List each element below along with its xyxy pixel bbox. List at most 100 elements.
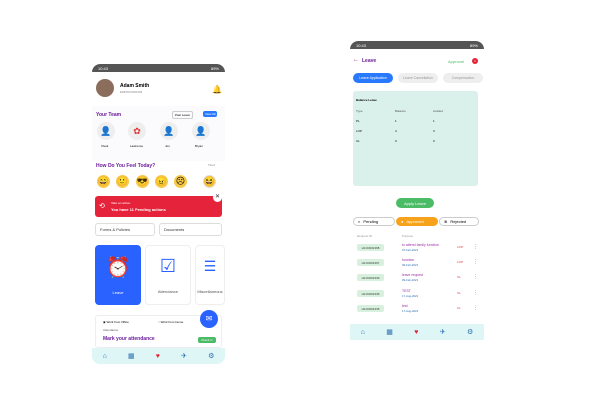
approved-icon: ●	[401, 219, 404, 224]
gear-icon[interactable]: ⚙	[208, 352, 214, 360]
leave-type: CL	[457, 291, 461, 295]
calendar-icon[interactable]: ▦	[128, 352, 135, 360]
availed-value: 1	[433, 119, 435, 123]
megaphone-icon[interactable]: ✈	[181, 352, 187, 360]
tab-leave-application[interactable]: Leave Application	[353, 73, 393, 83]
status-time: 10:43	[98, 65, 109, 71]
status-time: 10:43	[356, 42, 367, 48]
alert-line1: Take an action	[111, 201, 131, 205]
rejected-icon: ⊗	[444, 219, 448, 224]
work-home-radio[interactable]: ○ Work from Home	[158, 320, 183, 324]
table-row[interactable]: LR-ID001335 test 17-Aug-2022 CL ⋮	[355, 304, 480, 314]
segment-approved[interactable]: ● Approved	[396, 217, 438, 226]
more-icon[interactable]: ⋮	[473, 305, 478, 311]
table-row[interactable]: LR-ID001336 TEST 17-Aug-2022 CL ⋮	[355, 289, 480, 299]
avatar[interactable]	[96, 79, 114, 97]
work-office-radio[interactable]: ◉ Work from Office	[103, 320, 129, 324]
forms-label: Forms & Policies	[100, 227, 131, 232]
table-row[interactable]: LR-ID001339 leave request 09-Feb-2023 CL ⋮	[355, 273, 480, 283]
approval-link[interactable]: Approval	[448, 59, 464, 64]
status-bar: 10:43 89%	[350, 41, 484, 49]
team-member[interactable]: 👤	[160, 122, 178, 140]
tab-compensation[interactable]: Compensation	[443, 73, 483, 83]
request-date: 17-Aug-2022	[402, 294, 419, 298]
request-purpose: leave request	[402, 273, 424, 277]
megaphone-icon[interactable]: ✈	[440, 328, 446, 336]
emoji-angry-icon[interactable]: 😠	[155, 175, 168, 188]
balance-type: LOP	[356, 129, 363, 133]
col-availed: Availed	[433, 109, 443, 113]
user-id: EMP/ROW/0403	[120, 90, 143, 94]
balance-title: Balance Leave	[356, 98, 377, 102]
request-date: 09-Feb-2023	[402, 278, 419, 282]
heart-icon[interactable]: ♥	[156, 353, 160, 360]
past-leave-button[interactable]: Past Leave	[172, 111, 194, 119]
misc-tile[interactable]: ☰ Miscellaneous	[195, 245, 225, 305]
user-name: Adam Smith	[120, 83, 150, 89]
emoji-smile-icon[interactable]: 🙂	[116, 175, 129, 188]
approved-label: Approved	[406, 219, 424, 224]
work-home-label: Work from Home	[160, 320, 184, 324]
chat-icon[interactable]: ✉	[200, 310, 218, 328]
segment-rejected[interactable]: ⊗ Rejected	[439, 217, 479, 226]
documents-dropdown[interactable]: Documents	[159, 223, 222, 236]
emoji-grin-icon[interactable]: 😆	[203, 175, 216, 188]
member-name: Lawrence	[130, 144, 144, 148]
approval-badge: 1	[472, 58, 478, 64]
page-title: Leave	[362, 58, 377, 64]
view-all-button[interactable]: View All	[203, 111, 218, 117]
leave-tile[interactable]: ⏰ Leave	[95, 245, 141, 305]
home-icon[interactable]: ⌂	[103, 353, 107, 360]
team-title: Your Team	[96, 112, 122, 118]
pending-actions-banner[interactable]: ⟲ Take an action You have 11 Pending act…	[95, 193, 222, 217]
balance-type: CL	[356, 139, 360, 143]
team-member[interactable]: 👤	[97, 122, 115, 140]
checkbox-icon: ☑	[159, 256, 177, 276]
bell-icon[interactable]: 🔔	[212, 85, 222, 94]
calendar-icon[interactable]: ▦	[386, 328, 393, 336]
feel-title: How Do You Feel Today?	[96, 163, 156, 169]
request-date: 09-Feb-2023	[402, 263, 419, 267]
team-member[interactable]: ✿	[128, 122, 146, 140]
balance-leave-card: Balance Leave Type Balance Availed PL 1 …	[353, 91, 478, 186]
heart-icon[interactable]: ♥	[414, 329, 418, 336]
misc-label: Miscellaneous	[197, 289, 223, 294]
more-icon[interactable]: ⋮	[473, 290, 478, 296]
segment-pending[interactable]: ◐ Pending	[353, 217, 395, 226]
attendance-tile[interactable]: ☑ Attendance	[145, 245, 191, 305]
tab-leave-cancellation[interactable]: Leave Cancellation	[398, 73, 438, 83]
apply-leave-button[interactable]: Apply Leave	[396, 198, 434, 208]
close-icon[interactable]: ✕	[213, 193, 222, 202]
status-bar: 10:43 89%	[92, 64, 225, 72]
request-purpose: TEST	[402, 289, 411, 293]
gear-icon[interactable]: ⚙	[467, 328, 473, 336]
balance-value: 0	[395, 139, 397, 143]
request-id: LR-ID001368	[357, 244, 384, 251]
emoji-laugh-icon[interactable]: 😄	[97, 175, 110, 188]
table-row[interactable]: LR-ID001367 function 09-Feb-2023 LOP ⋮	[355, 258, 480, 268]
forms-policies-dropdown[interactable]: Forms & Policies	[95, 223, 155, 236]
col-type: Type	[356, 109, 363, 113]
check-in-button[interactable]: Check in	[198, 337, 216, 343]
leave-screen: 10:43 89% ← Leave Approval 1 Leave Applic…	[350, 41, 484, 348]
attendance-label: Attendance	[103, 328, 119, 332]
home-icon[interactable]: ⌂	[361, 329, 365, 336]
request-id: LR-ID001339	[357, 274, 384, 281]
emoji-sad-icon[interactable]: ☹	[174, 175, 187, 188]
team-member[interactable]: 👤	[192, 122, 210, 140]
clock-icon: ⟲	[99, 203, 105, 210]
more-icon[interactable]: ⋮	[473, 274, 478, 280]
balance-value: 1	[395, 119, 397, 123]
more-icon[interactable]: ⋮	[473, 259, 478, 265]
col-purpose: Purpose	[402, 234, 414, 238]
battery-level: 89%	[469, 42, 478, 48]
documents-label: Documents	[164, 227, 185, 232]
emoji-cool-icon[interactable]: 😎	[136, 175, 149, 188]
request-purpose: test	[402, 304, 408, 308]
back-arrow-icon[interactable]: ←	[353, 57, 359, 63]
more-icon[interactable]: ⋮	[473, 244, 478, 250]
work-office-label: Work from Office	[106, 320, 129, 324]
bottom-nav: ⌂ ▦ ♥ ✈ ⚙	[92, 348, 225, 364]
balance-type: PL	[356, 119, 360, 123]
table-row[interactable]: LR-ID001368 to attend family function 07-F…	[355, 243, 480, 253]
